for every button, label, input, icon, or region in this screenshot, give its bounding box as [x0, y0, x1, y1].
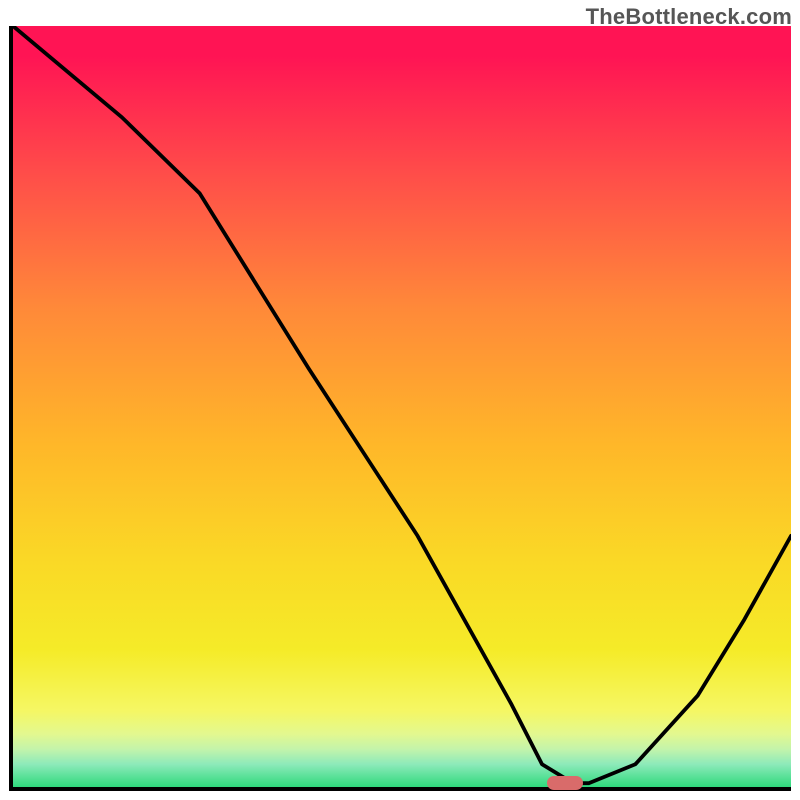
- plot-area: [9, 26, 791, 791]
- chart-container: TheBottleneck.com: [0, 0, 800, 800]
- optimal-point-marker: [547, 776, 583, 790]
- gradient-background: [13, 26, 791, 787]
